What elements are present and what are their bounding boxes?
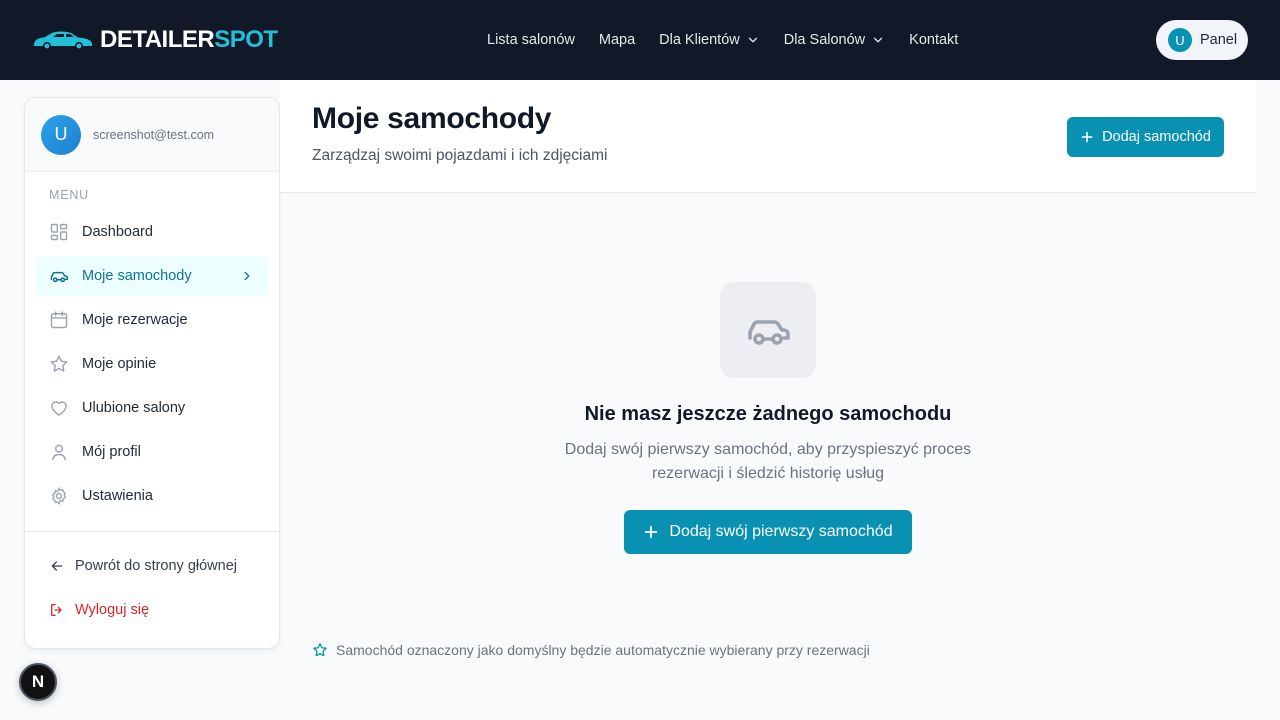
nav-item-kontakt[interactable]: Kontakt — [909, 32, 958, 48]
menu-heading: MENU — [49, 188, 90, 202]
empty-state-illustration — [720, 282, 816, 378]
heart-icon — [51, 401, 67, 416]
back-to-home-link[interactable]: Powrót do strony głównej — [36, 546, 268, 586]
brand-name: DETAILERSPOT — [100, 26, 278, 53]
user-info: U screenshot@test.com — [25, 98, 279, 172]
plus-icon — [645, 525, 658, 539]
empty-state-title: Nie masz jeszcze żadnego samochodu — [584, 403, 952, 425]
star-icon — [50, 355, 68, 372]
sidebar-item-label: Moje rezerwacje — [82, 312, 188, 328]
nav-item-mapa[interactable]: Mapa — [599, 32, 635, 48]
panel-button[interactable]: U Panel — [1156, 20, 1248, 60]
sidebar-item-label: Moje opinie — [82, 356, 157, 372]
sidebar-item-label: Mój profil — [82, 444, 141, 460]
car-logo-icon — [34, 31, 92, 50]
sidebar-item-label: Moje samochody — [82, 268, 192, 284]
page-header: Moje samochody Zarządzaj swoimi pojazdam… — [280, 80, 1256, 193]
plus-icon — [1081, 131, 1093, 143]
brand-logo[interactable]: DETAILERSPOT — [32, 26, 278, 54]
grid-icon — [50, 223, 68, 241]
top-navbar: DETAILERSPOT Lista salonów Mapa Dla Klie… — [0, 0, 1280, 80]
page-title: Moje samochody — [312, 102, 552, 135]
arrow-left-icon — [51, 561, 63, 571]
logout-link[interactable]: Wyloguj się — [36, 590, 268, 630]
avatar: U — [1168, 28, 1192, 52]
chevron-right-icon — [244, 271, 250, 281]
user-icon — [52, 444, 66, 461]
sidebar-item-moj-profil[interactable]: Mój profil — [36, 432, 268, 472]
star-icon — [313, 643, 327, 657]
sidebar-item-ulubione-salony[interactable]: Ulubione salony — [36, 388, 268, 428]
car-icon — [50, 271, 69, 283]
sidebar-item-moje-opinie[interactable]: Moje opinie — [36, 344, 268, 384]
sidebar-item-label: Dashboard — [82, 224, 153, 240]
avatar: U — [41, 114, 81, 155]
sidebar-item-label: Ulubione salony — [82, 400, 186, 416]
add-car-button[interactable]: Dodaj samochód — [1067, 117, 1224, 157]
add-car-button-label: Dodaj samochód — [1102, 129, 1211, 145]
sidebar-item-moje-rezerwacje[interactable]: Moje rezerwacje — [36, 300, 268, 340]
sidebar-item-ustawienia[interactable]: Ustawienia — [36, 476, 268, 516]
empty-state-description: Dodaj swój pierwszy samochód, aby przysp… — [564, 441, 972, 482]
add-first-car-button[interactable]: Dodaj swój pierwszy samochód — [624, 510, 912, 554]
back-to-home-label: Powrót do strony głównej — [75, 558, 237, 574]
nav-item-dla-klientow[interactable]: Dla Klientów — [659, 32, 760, 48]
chevron-down-icon — [874, 37, 883, 43]
gear-icon — [52, 487, 66, 505]
page-subtitle: Zarządzaj swoimi pojazdami i ich zdjęcia… — [312, 147, 608, 164]
sidebar-divider — [25, 531, 279, 532]
sidebar-item-moje-samochody[interactable]: Moje samochody — [36, 256, 268, 296]
logout-icon — [51, 604, 62, 616]
sidebar-menu: Dashboard Moje samochody Moje rezerwacje… — [25, 212, 279, 516]
add-first-car-label: Dodaj swój pierwszy samochód — [669, 523, 893, 540]
logout-label: Wyloguj się — [75, 602, 150, 618]
dev-tools-badge[interactable]: N — [19, 663, 57, 701]
sidebar-footer: Powrót do strony głównej Wyloguj się — [25, 546, 279, 634]
user-email: screenshot@test.com — [93, 127, 215, 142]
hint-text: Samochód oznaczony jako domyślny będzie … — [336, 642, 870, 658]
sidebar-item-label: Ustawienia — [82, 488, 153, 504]
car-icon — [748, 320, 790, 345]
chevron-down-icon — [748, 37, 757, 43]
nav-item-dla-salonow[interactable]: Dla Salonów — [784, 32, 885, 48]
calendar-icon — [50, 311, 68, 329]
panel-label: Panel — [1200, 32, 1238, 48]
nav-item-lista-salonow[interactable]: Lista salonów — [487, 32, 575, 48]
main-nav: Lista salonów Mapa Dla Klientów Dla Salo… — [487, 0, 958, 80]
sidebar: U screenshot@test.com MENU Dashboard Moj… — [24, 97, 280, 649]
default-car-hint: Samochód oznaczony jako domyślny będzie … — [312, 642, 870, 658]
sidebar-item-dashboard[interactable]: Dashboard — [36, 212, 268, 252]
